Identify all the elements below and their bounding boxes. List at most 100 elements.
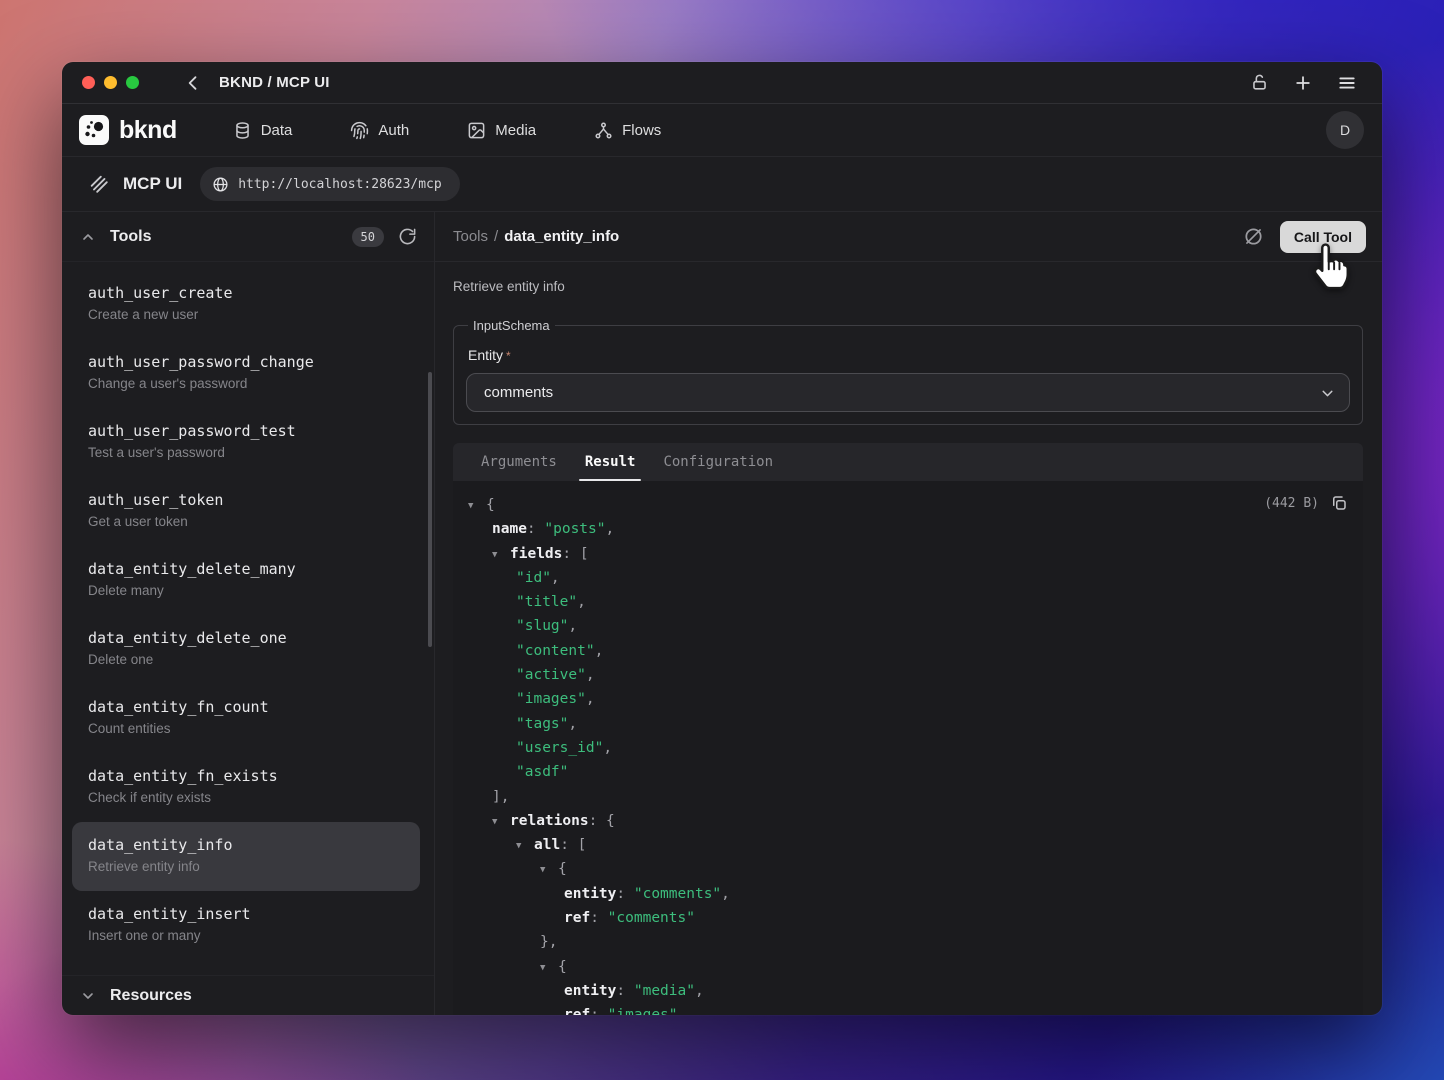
avatar[interactable]: D [1326, 111, 1364, 149]
menu-button[interactable] [1336, 72, 1358, 94]
tools-count-badge: 50 [352, 227, 384, 247]
json-line: ], [468, 785, 1347, 809]
expand-triangle-icon[interactable]: ▼ [540, 956, 558, 980]
brand-name: bknd [119, 116, 177, 145]
json-line: ▼fields: [ [468, 542, 1347, 566]
tool-name: data_entity_delete_one [88, 627, 418, 649]
chevron-down-icon [1319, 385, 1336, 402]
desktop-wallpaper: BKND / MCP UI [0, 0, 1444, 1080]
json-line: entity: "media", [468, 979, 1347, 1003]
chevron-left-icon [183, 73, 203, 93]
sidebar-item-data_entity_fn_exists[interactable]: data_entity_fn_existsCheck if entity exi… [62, 753, 434, 822]
refresh-tools-button[interactable] [396, 226, 418, 248]
nav-item-label: Auth [378, 122, 409, 139]
copy-icon [1330, 494, 1348, 512]
entity-field-label: Entity* [468, 347, 1350, 363]
tools-sidebar: Tools 50 auth_user_createCreate a new us… [62, 212, 435, 1015]
breadcrumb: Tools / data_entity_info [453, 228, 619, 245]
nav-item-auth[interactable]: Auth [350, 121, 409, 140]
tool-detail-header: Tools / data_entity_info Call Tool [435, 212, 1382, 262]
minimize-button[interactable] [104, 76, 117, 89]
chevron-down-icon [80, 988, 96, 1004]
tool-name: data_entity_fn_count [88, 696, 418, 718]
sidebar-item-auth_user_password_test[interactable]: auth_user_password_testTest a user's pas… [62, 408, 434, 477]
breadcrumb-parent[interactable]: Tools [453, 228, 488, 245]
nav-item-media[interactable]: Media [467, 121, 536, 140]
bknd-logo-icon [78, 114, 110, 146]
resources-section-label: Resources [110, 987, 192, 1005]
tab-result[interactable]: Result [573, 443, 648, 481]
app-window: BKND / MCP UI [62, 62, 1382, 1015]
titlebar-actions [1248, 72, 1358, 94]
tool-description: Delete one [88, 650, 418, 670]
tool-name: auth_user_create [88, 282, 418, 304]
call-tool-button[interactable]: Call Tool [1280, 221, 1366, 253]
window-title: BKND / MCP UI [219, 74, 330, 91]
tab-configuration[interactable]: Configuration [651, 443, 785, 481]
expand-triangle-icon[interactable]: ▼ [516, 834, 534, 858]
json-line: name: "posts", [468, 517, 1347, 541]
new-tab-button[interactable] [1292, 72, 1314, 94]
input-schema-legend: InputSchema [468, 318, 555, 333]
expand-triangle-icon[interactable]: ▼ [492, 543, 510, 567]
json-line: ▼all: [ [468, 833, 1347, 857]
result-tabs: ArgumentsResultConfiguration [453, 443, 1363, 481]
resources-section-header[interactable]: Resources [62, 975, 434, 1015]
app-navbar: bknd Data Auth Media Flows D [62, 104, 1382, 157]
sidebar-item-data_entity_delete_one[interactable]: data_entity_delete_oneDelete one [62, 615, 434, 684]
sidebar-item-data_entity_info[interactable]: data_entity_infoRetrieve entity info [72, 822, 420, 891]
brand[interactable]: bknd [78, 114, 177, 146]
sidebar-item-data_entity_fn_count[interactable]: data_entity_fn_countCount entities [62, 684, 434, 753]
nav-item-data[interactable]: Data [233, 121, 293, 140]
expand-triangle-icon[interactable]: ▼ [540, 858, 558, 882]
nav-item-label: Flows [622, 122, 661, 139]
fingerprint-icon [350, 121, 369, 140]
json-line: ▼{ [468, 493, 1347, 517]
tool-description: Change a user's password [88, 374, 418, 394]
tool-detail-panel: Tools / data_entity_info Call Tool Retri… [435, 212, 1382, 1015]
unlock-icon[interactable] [1248, 72, 1270, 94]
breadcrumb-separator: / [494, 228, 498, 245]
tool-description: Get a user token [88, 512, 418, 532]
json-line: "images", [468, 687, 1347, 711]
database-icon [233, 121, 252, 140]
entity-select[interactable]: comments [466, 373, 1350, 412]
sidebar-scrollbar[interactable] [428, 372, 432, 647]
close-button[interactable] [82, 76, 95, 89]
tool-description: Test a user's password [88, 443, 418, 463]
json-line: ref: "comments" [468, 906, 1347, 930]
nav-item-label: Data [261, 122, 293, 139]
tool-description: Insert one or many [88, 926, 418, 946]
tool-name: auth_user_password_change [88, 351, 418, 373]
tool-list: auth_user_createCreate a new userauth_us… [62, 262, 434, 975]
expand-triangle-icon[interactable]: ▼ [468, 494, 486, 518]
sidebar-item-auth_user_password_change[interactable]: auth_user_password_changeChange a user's… [62, 339, 434, 408]
mcp-header-row: MCP UI http://localhost:28623/mcp [62, 157, 1382, 212]
sidebar-item-data_entity_insert[interactable]: data_entity_insertInsert one or many [62, 891, 434, 960]
tool-name: data_entity_insert [88, 903, 418, 925]
sidebar-item-auth_user_token[interactable]: auth_user_tokenGet a user token [62, 477, 434, 546]
json-line: "id", [468, 566, 1347, 590]
auto-refresh-off-icon[interactable] [1243, 226, 1264, 247]
tools-section-header[interactable]: Tools 50 [62, 212, 434, 262]
sidebar-item-data_entity_delete_many[interactable]: data_entity_delete_manyDelete many [62, 546, 434, 615]
json-line: "active", [468, 663, 1347, 687]
result-json-viewer: (442 B) ▼{name: "posts",▼fields: ["id","… [453, 481, 1363, 1015]
json-line: "tags", [468, 712, 1347, 736]
json-line: }, [468, 930, 1347, 954]
nav-item-flows[interactable]: Flows [594, 121, 661, 140]
expand-triangle-icon[interactable]: ▼ [492, 810, 510, 834]
stack-icon [88, 173, 110, 195]
server-url-pill[interactable]: http://localhost:28623/mcp [200, 167, 460, 201]
tool-detail-body: Retrieve entity info InputSchema Entity*… [435, 262, 1382, 1015]
sidebar-item-auth_user_create[interactable]: auth_user_createCreate a new user [62, 270, 434, 339]
json-line: "asdf" [468, 760, 1347, 784]
tab-arguments[interactable]: Arguments [469, 443, 569, 481]
tool-description: Count entities [88, 719, 418, 739]
zoom-button[interactable] [126, 76, 139, 89]
back-button[interactable] [181, 71, 205, 95]
json-tree: ▼{name: "posts",▼fields: ["id","title","… [468, 493, 1347, 1015]
json-line: entity: "comments", [468, 882, 1347, 906]
copy-result-button[interactable] [1329, 493, 1349, 513]
tool-name: auth_user_password_test [88, 420, 418, 442]
